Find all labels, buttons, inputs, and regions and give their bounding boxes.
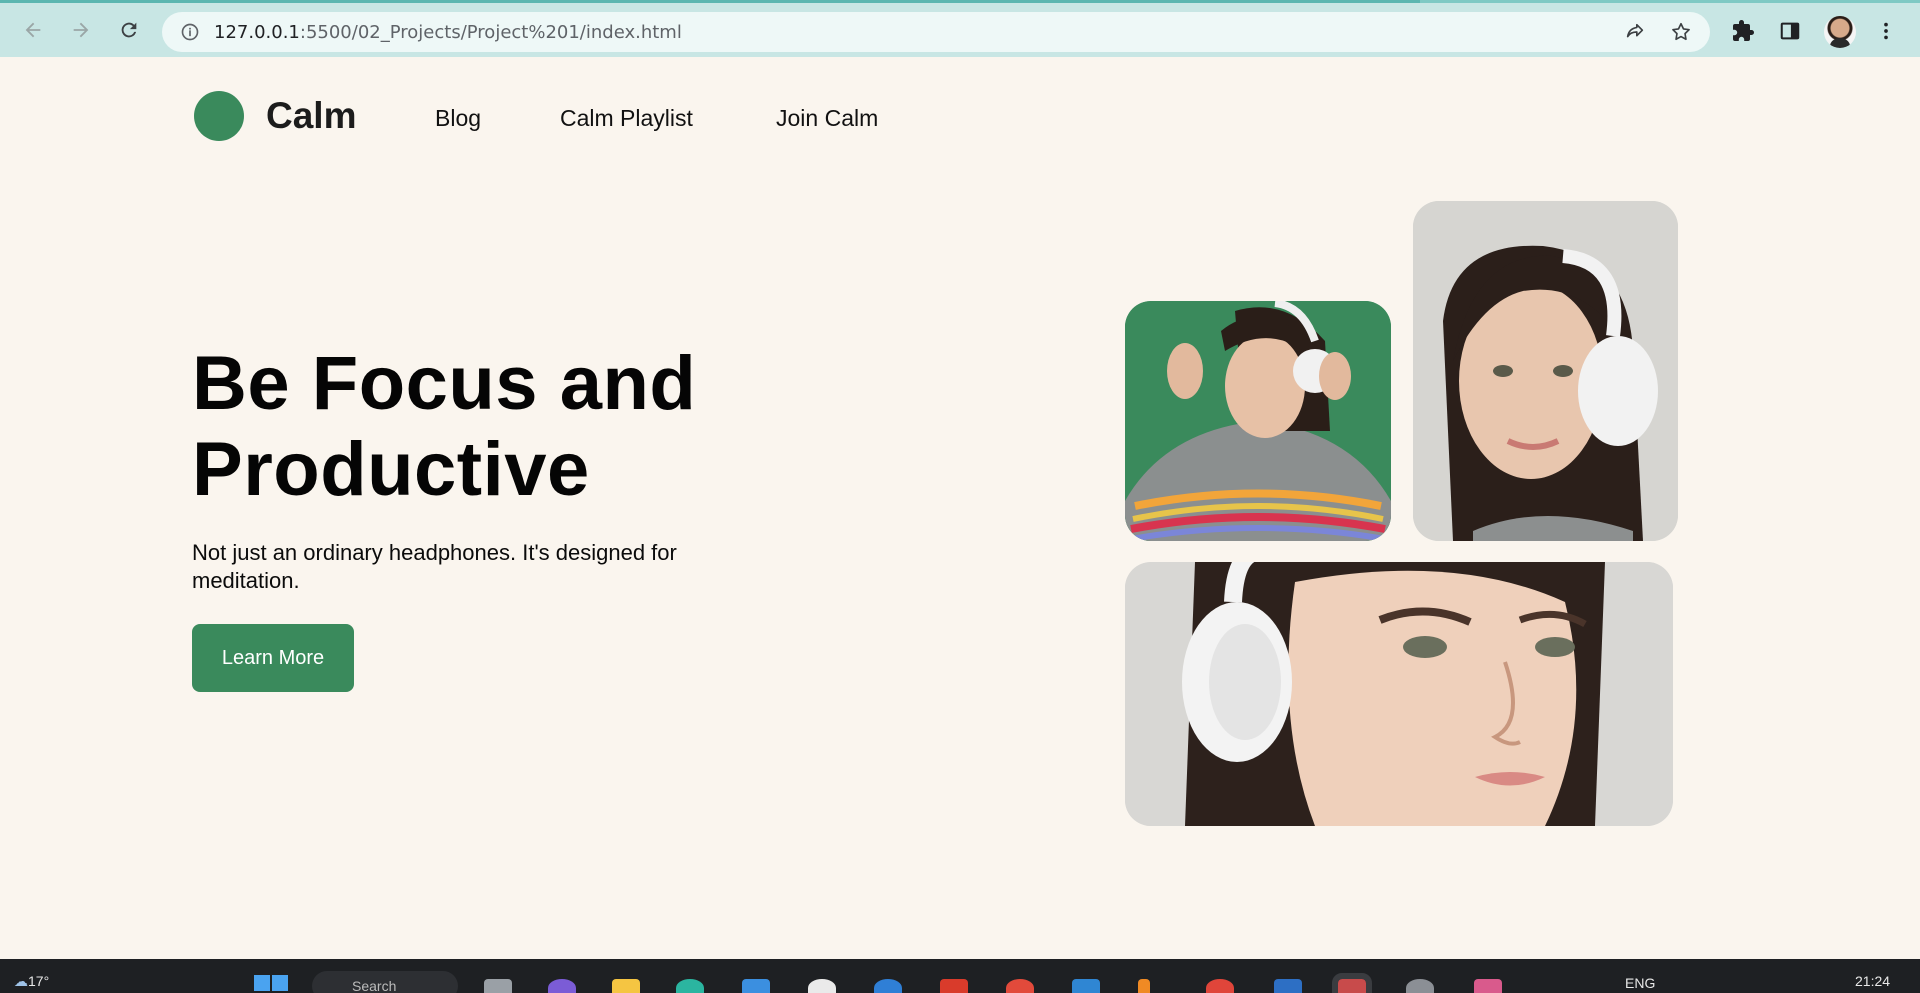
hero-photo-green [1125, 301, 1391, 541]
hero-title: Be Focus and Productive [192, 341, 792, 513]
brand-logo[interactable] [194, 91, 244, 141]
browser-toolbar: 127.0.0.1:5500/02_Projects/Project%201/i… [0, 0, 1920, 57]
hero-subtitle: Not just an ordinary headphones. It's de… [192, 540, 677, 593]
url-text: 127.0.0.1:5500/02_Projects/Project%201/i… [214, 22, 682, 43]
language-indicator[interactable]: ENG [1625, 975, 1655, 991]
side-panel-button[interactable] [1776, 17, 1804, 45]
site-info-icon[interactable] [180, 22, 200, 47]
reload-icon [121, 22, 137, 38]
vlc-icon[interactable] [1138, 979, 1150, 993]
taskbar-search[interactable]: Search [312, 971, 458, 993]
learn-more-button[interactable]: Learn More [192, 624, 354, 692]
gmail-icon[interactable] [940, 979, 968, 993]
brand-name[interactable]: Calm [266, 95, 356, 137]
teams-icon[interactable] [548, 979, 576, 993]
browser-icon[interactable] [874, 979, 902, 993]
cloud-icon: ☁ [14, 973, 28, 989]
back-button[interactable] [18, 15, 48, 45]
hero-title-line2: Productive [192, 427, 590, 512]
browser-menu-button[interactable] [1872, 17, 1900, 45]
page-load-progress [0, 0, 1420, 3]
app-icon[interactable] [1206, 979, 1234, 993]
forward-button[interactable] [66, 15, 96, 45]
puzzle-icon [1733, 20, 1754, 41]
hero-photo-portrait [1413, 201, 1678, 541]
vscode-icon[interactable] [1072, 979, 1100, 993]
weather-widget[interactable]: ☁17° [14, 973, 49, 990]
extensions-button[interactable] [1729, 17, 1757, 45]
arrow-left-icon [25, 22, 41, 38]
active-app-icon[interactable] [1332, 973, 1372, 993]
nav-link-blog[interactable]: Blog [435, 105, 481, 132]
taskbar-clock[interactable]: 21:24 [1855, 973, 1890, 989]
kebab-menu-icon [1884, 22, 1888, 40]
profile-avatar[interactable] [1824, 16, 1856, 48]
arrow-right-icon [73, 22, 89, 38]
task-view-icon[interactable] [484, 979, 512, 993]
hero-photo-closeup [1125, 562, 1673, 826]
file-explorer-icon[interactable] [612, 979, 640, 993]
hero-title-line1: Be Focus and [192, 341, 697, 426]
nav-link-join-calm[interactable]: Join Calm [776, 105, 878, 132]
store-icon[interactable] [742, 979, 770, 993]
nav-link-calm-playlist[interactable]: Calm Playlist [560, 105, 693, 132]
reload-button[interactable] [114, 15, 144, 45]
address-bar[interactable]: 127.0.0.1:5500/02_Projects/Project%201/i… [162, 12, 1710, 52]
os-taskbar: ☁17° Search ENG 21:24 [0, 959, 1920, 993]
side-panel-icon [1780, 22, 1800, 40]
chatgpt-icon[interactable] [808, 979, 836, 993]
photos-icon[interactable] [1274, 979, 1302, 993]
snipping-icon[interactable] [1474, 979, 1502, 993]
weather-temperature: 17° [28, 973, 50, 989]
settings-icon[interactable] [1406, 979, 1434, 993]
edge-icon[interactable] [676, 979, 704, 993]
chrome-profile-icon[interactable] [1006, 979, 1034, 993]
web-page: Calm Blog Calm Playlist Join Calm Be Foc… [0, 57, 1920, 959]
share-icon[interactable] [1624, 21, 1646, 48]
taskbar-search-label: Search [352, 978, 397, 993]
start-icon[interactable] [254, 971, 288, 993]
star-icon[interactable] [1670, 21, 1692, 48]
